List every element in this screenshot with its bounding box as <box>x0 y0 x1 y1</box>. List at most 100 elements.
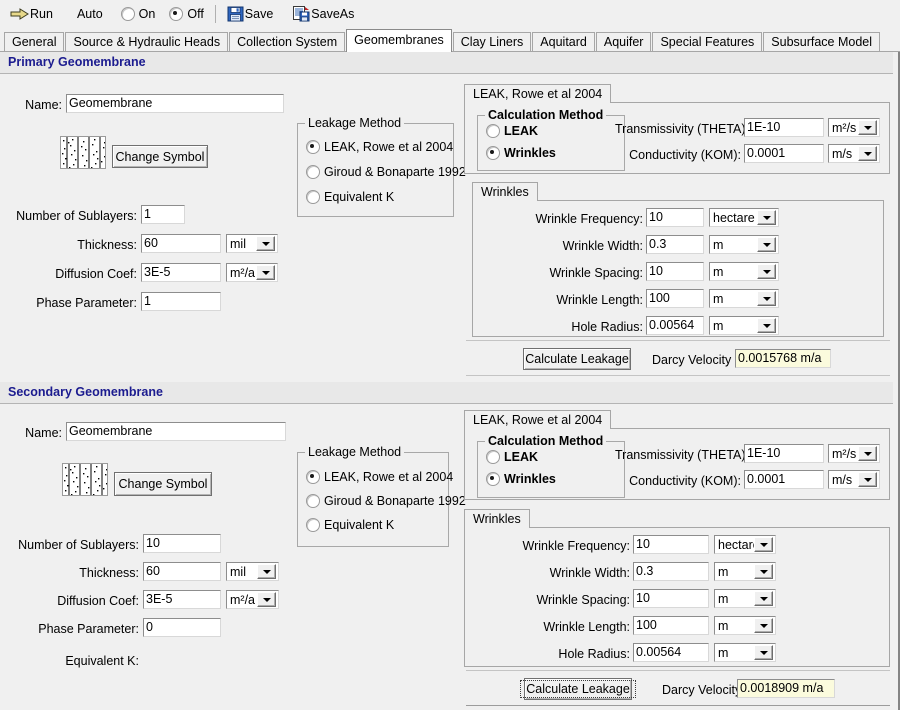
chevron-down-icon[interactable] <box>858 146 877 161</box>
chevron-down-icon[interactable] <box>858 120 877 135</box>
tab-special-features[interactable]: Special Features <box>652 32 763 52</box>
tab-subsurface-model[interactable]: Subsurface Model <box>763 32 881 52</box>
chevron-down-icon[interactable] <box>757 291 776 306</box>
primary-wrinkle-length-label: Wrinkle Length: <box>556 293 643 307</box>
secondary-wrinkle-spacing-input[interactable]: 10 <box>633 589 709 608</box>
chevron-down-icon[interactable] <box>754 645 773 660</box>
secondary-wrinkle-length-unit-combo[interactable]: m <box>714 616 776 635</box>
combo-value: m/s <box>832 146 853 161</box>
tab-clay-liners[interactable]: Clay Liners <box>452 32 532 52</box>
secondary-transmissivity-input[interactable]: 1E-10 <box>744 444 824 463</box>
secondary-wrinkle-frequency-unit-combo[interactable]: hectare <box>714 535 776 554</box>
primary-leakage-option-giroud[interactable]: Giroud & Bonaparte 1992 <box>306 165 466 179</box>
primary-conductivity-input[interactable]: 0.0001 <box>744 144 824 163</box>
secondary-transmissivity-unit-combo[interactable]: m²/s <box>828 444 880 463</box>
tab-aquifer[interactable]: Aquifer <box>595 32 652 52</box>
primary-wrinkle-width-input[interactable]: 0.3 <box>646 235 704 254</box>
combo-value: m²/s <box>832 446 857 461</box>
secondary-wrinkle-width-input[interactable]: 0.3 <box>633 562 709 581</box>
chevron-down-icon[interactable] <box>257 592 276 607</box>
secondary-name-input[interactable]: Geomembrane <box>66 422 286 441</box>
primary-leakage-option-leak-rowe[interactable]: LEAK, Rowe et al 2004 <box>306 140 453 154</box>
chevron-down-icon[interactable] <box>858 446 877 461</box>
primary-calculate-leakage-button[interactable]: Calculate Leakage <box>523 348 631 370</box>
primary-conductivity-unit-combo[interactable]: m/s <box>828 144 880 163</box>
secondary-wrinkle-length-input[interactable]: 100 <box>633 616 709 635</box>
secondary-thickness-unit-combo[interactable]: mil <box>226 562 279 581</box>
secondary-thickness-input[interactable]: 60 <box>143 562 221 581</box>
secondary-leak-panel-tab[interactable]: LEAK, Rowe et al 2004 <box>464 410 612 429</box>
secondary-wrinkles-panel: Wrinkles Wrinkle Frequency: 10 hectare W… <box>464 509 890 667</box>
tab-source-hydraulic[interactable]: Source & Hydraulic Heads <box>65 32 229 52</box>
primary-wrinkle-width-unit-combo[interactable]: m <box>709 235 779 254</box>
primary-wrinkle-frequency-input[interactable]: 10 <box>646 208 704 227</box>
secondary-hole-radius-input[interactable]: 0.00564 <box>633 643 709 662</box>
secondary-change-symbol-button[interactable]: Change Symbol <box>114 472 212 496</box>
chevron-down-icon[interactable] <box>256 265 275 280</box>
secondary-wrinkle-width-unit-combo[interactable]: m <box>714 562 776 581</box>
chevron-down-icon[interactable] <box>757 318 776 333</box>
save-button[interactable]: Save <box>223 2 278 26</box>
secondary-diffusion-unit-combo[interactable]: m²/a <box>226 590 279 609</box>
auto-on-radio[interactable]: On <box>117 2 160 26</box>
primary-leakage-option-equivalent-k[interactable]: Equivalent K <box>306 190 394 204</box>
secondary-wrinkle-frequency-input[interactable]: 10 <box>633 535 709 554</box>
chevron-down-icon[interactable] <box>754 564 773 579</box>
chevron-down-icon[interactable] <box>858 472 877 487</box>
primary-diffusion-input[interactable]: 3E-5 <box>141 263 221 282</box>
secondary-leakage-option-equivalent-k[interactable]: Equivalent K <box>306 518 394 532</box>
primary-diffusion-unit-combo[interactable]: m²/a <box>226 263 278 282</box>
primary-footer-separator <box>466 340 890 341</box>
primary-wrinkle-length-input[interactable]: 100 <box>646 289 704 308</box>
secondary-wrinkle-spacing-unit-combo[interactable]: m <box>714 589 776 608</box>
primary-calc-option-leak[interactable]: LEAK <box>486 124 538 138</box>
primary-sublayers-input[interactable]: 1 <box>141 205 185 224</box>
primary-transmissivity-unit-combo[interactable]: m²/s <box>828 118 880 137</box>
primary-hole-radius-unit-combo[interactable]: m <box>709 316 779 335</box>
radio-indicator-off <box>169 7 184 21</box>
tab-geomembranes[interactable]: Geomembranes <box>346 29 452 52</box>
auto-off-radio[interactable]: Off <box>165 2 207 26</box>
primary-name-input[interactable]: Geomembrane <box>66 94 284 113</box>
chevron-down-icon[interactable] <box>757 210 776 225</box>
chevron-down-icon[interactable] <box>256 236 275 251</box>
secondary-calc-option-wrinkles[interactable]: Wrinkles <box>486 472 556 486</box>
secondary-phase-input[interactable]: 0 <box>143 618 221 637</box>
secondary-leakage-option-giroud[interactable]: Giroud & Bonaparte 1992 <box>306 494 466 508</box>
chevron-down-icon[interactable] <box>754 537 773 552</box>
chevron-down-icon[interactable] <box>257 564 276 579</box>
primary-thickness-input[interactable]: 60 <box>141 234 221 253</box>
tab-aquitard[interactable]: Aquitard <box>532 32 595 52</box>
primary-change-symbol-button[interactable]: Change Symbol <box>112 145 208 168</box>
chevron-down-icon[interactable] <box>754 618 773 633</box>
save-as-button[interactable]: SaveAs <box>289 2 358 26</box>
primary-calc-option-wrinkles[interactable]: Wrinkles <box>486 146 556 160</box>
tab-collection-system[interactable]: Collection System <box>229 32 346 52</box>
primary-transmissivity-input[interactable]: 1E-10 <box>744 118 824 137</box>
secondary-calc-option-leak[interactable]: LEAK <box>486 450 538 464</box>
primary-wrinkles-panel-tab[interactable]: Wrinkles <box>472 182 538 201</box>
chevron-down-icon[interactable] <box>757 237 776 252</box>
run-button[interactable]: Run <box>6 2 57 26</box>
secondary-conductivity-input[interactable]: 0.0001 <box>744 470 824 489</box>
primary-wrinkle-spacing-unit-combo[interactable]: m <box>709 262 779 281</box>
combo-value: m <box>718 591 729 606</box>
secondary-sublayers-input[interactable]: 10 <box>143 534 221 553</box>
secondary-leakage-option-leak-rowe[interactable]: LEAK, Rowe et al 2004 <box>306 470 453 484</box>
primary-wrinkle-width-label: Wrinkle Width: <box>562 239 643 253</box>
primary-wrinkle-length-unit-combo[interactable]: m <box>709 289 779 308</box>
primary-thickness-unit-combo[interactable]: mil <box>226 234 278 253</box>
primary-phase-input[interactable]: 1 <box>141 292 221 311</box>
primary-hole-radius-input[interactable]: 0.00564 <box>646 316 704 335</box>
primary-wrinkle-spacing-input[interactable]: 10 <box>646 262 704 281</box>
tab-general[interactable]: General <box>4 32 65 52</box>
chevron-down-icon[interactable] <box>757 264 776 279</box>
chevron-down-icon[interactable] <box>754 591 773 606</box>
secondary-diffusion-input[interactable]: 3E-5 <box>143 590 221 609</box>
secondary-wrinkles-panel-tab[interactable]: Wrinkles <box>464 509 530 528</box>
secondary-hole-radius-unit-combo[interactable]: m <box>714 643 776 662</box>
secondary-conductivity-unit-combo[interactable]: m/s <box>828 470 880 489</box>
secondary-calculate-leakage-button[interactable]: Calculate Leakage <box>520 678 636 700</box>
primary-leak-panel-tab[interactable]: LEAK, Rowe et al 2004 <box>464 84 612 103</box>
primary-wrinkle-frequency-unit-combo[interactable]: hectare <box>709 208 779 227</box>
